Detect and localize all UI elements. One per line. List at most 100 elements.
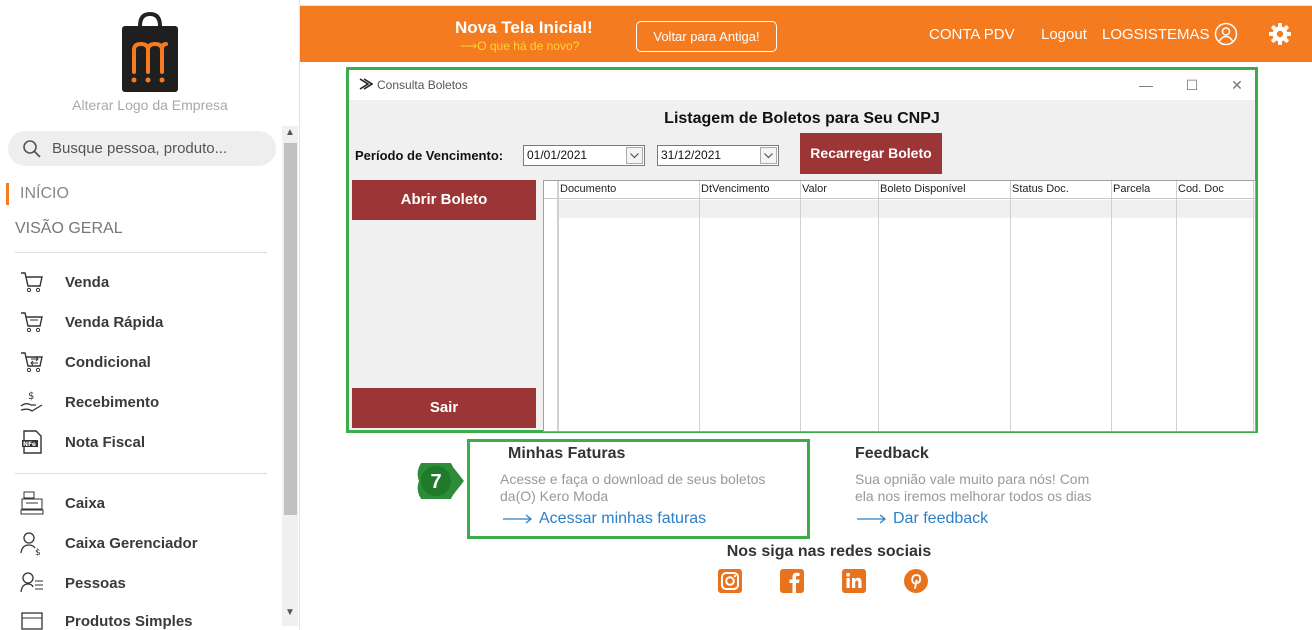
sidebar-item-label: Nota Fiscal [65, 433, 146, 451]
active-section-indicator [6, 183, 9, 205]
grid-col-divider [1111, 181, 1112, 431]
section-visao-geral[interactable]: VISÃO GERAL [15, 220, 123, 238]
grid-col-divider [1176, 181, 1177, 431]
nfe-document-icon: NFe [22, 430, 42, 454]
faturas-desc-line2: da(O) Kero Moda [500, 488, 609, 504]
back-to-old-button[interactable]: Voltar para Antiga! [636, 21, 777, 52]
cart-fast-icon [21, 312, 43, 333]
feedback-desc-line1: Sua opnião vale muito para nós! Com [855, 471, 1090, 487]
chevron-down-icon [764, 153, 773, 159]
social-title: Nos siga nas redes sociais [726, 543, 932, 560]
pinterest-icon[interactable] [903, 568, 929, 594]
date-end-dropdown[interactable] [760, 147, 777, 164]
period-label: Período de Vencimento: [355, 148, 504, 163]
col-boleto-disponivel[interactable]: Boleto Disponível [880, 183, 966, 195]
row-selector-column[interactable] [544, 181, 558, 431]
feedback-link-label: Dar feedback [893, 510, 989, 527]
dialog-heading: Listagem de Boletos para Seu CNPJ [664, 110, 940, 127]
sidebar-item-label: Pessoas [65, 574, 126, 592]
col-dtvencimento[interactable]: DtVencimento [701, 183, 769, 195]
sidebar-item-label: Venda [65, 273, 110, 291]
arrow-right-icon [857, 514, 887, 524]
reload-boleto-button[interactable]: Recarregar Boleto [800, 133, 942, 174]
linkedin-icon[interactable] [841, 568, 867, 594]
feedback-link[interactable]: Dar feedback [857, 510, 988, 528]
sidebar-scroll-thumb[interactable] [284, 143, 297, 515]
user-circle-icon[interactable] [1214, 22, 1238, 46]
svg-text:NFe: NFe [23, 441, 36, 448]
svg-text:$: $ [35, 548, 41, 557]
whats-new-link[interactable]: ⟶O que há de novo? [460, 39, 579, 53]
open-boleto-button[interactable]: Abrir Boleto [352, 180, 536, 220]
col-documento[interactable]: Documento [560, 183, 616, 195]
svg-text:$: $ [28, 391, 34, 402]
faturas-link[interactable]: Acessar minhas faturas [503, 510, 706, 528]
close-icon[interactable]: ✕ [1226, 74, 1248, 96]
sidebar-divider [15, 473, 267, 474]
logout-link[interactable]: Logout [1041, 26, 1087, 43]
col-valor[interactable]: Valor [802, 183, 827, 195]
step-number: 7 [430, 471, 441, 493]
faturas-link-label: Acessar minhas faturas [539, 510, 707, 527]
sidebar-item-produtos[interactable]: Produtos Simples [18, 606, 278, 630]
change-logo-link[interactable]: Alterar Logo da Empresa [0, 97, 299, 113]
maximize-icon[interactable]: ☐ [1181, 74, 1203, 96]
username-label[interactable]: LOGSISTEMAS [1102, 26, 1210, 43]
scroll-up-arrow-icon[interactable]: ▲ [282, 126, 298, 140]
sidebar-item-venda[interactable]: Venda [18, 267, 278, 297]
faturas-desc-line1: Acesse e faça o download de seus boletos [500, 471, 766, 487]
sidebar-item-nota-fiscal[interactable]: NFe Nota Fiscal [18, 427, 278, 457]
grid-col-divider [558, 181, 559, 431]
exit-button[interactable]: Sair [352, 388, 536, 428]
col-status-doc[interactable]: Status Doc. [1012, 183, 1069, 195]
date-start-value: 01/01/2021 [527, 148, 588, 162]
sidebar-item-caixa[interactable]: Caixa [18, 488, 278, 518]
sidebar-divider [15, 252, 267, 253]
instagram-icon[interactable] [717, 568, 743, 594]
grid-col-divider [800, 181, 801, 431]
grid-col-divider [699, 181, 700, 431]
faturas-title: Minhas Faturas [508, 445, 626, 462]
user-money-icon: $ [20, 532, 41, 557]
app-logo-icon [359, 78, 373, 90]
sidebar-item-caixa-gerenciador[interactable]: $ Caixa Gerenciador [18, 528, 278, 558]
sidebar-item-venda-rapida[interactable]: Venda Rápida [18, 307, 278, 337]
date-start-field[interactable]: 01/01/2021 [523, 145, 645, 166]
window-titlebar[interactable]: Consulta Boletos — ☐ ✕ [349, 70, 1255, 100]
col-cod-doc[interactable]: Cod. Doc [1178, 183, 1224, 195]
facebook-icon[interactable] [779, 568, 805, 594]
conta-pdv-link[interactable]: CONTA PDV [929, 26, 1015, 43]
search-placeholder: Busque pessoa, produto... [52, 140, 228, 157]
gear-icon[interactable] [1268, 22, 1292, 46]
sidebar-item-label: Caixa [65, 494, 106, 512]
money-hand-icon: $ [20, 391, 43, 412]
col-parcela[interactable]: Parcela [1113, 183, 1150, 195]
section-inicio[interactable]: INÍCIO [20, 185, 69, 203]
consulta-boletos-window: Consulta Boletos — ☐ ✕ Listagem de Bolet… [346, 67, 1258, 433]
sidebar-item-recebimento[interactable]: $ Recebimento [18, 387, 278, 417]
company-logo[interactable] [120, 12, 180, 92]
sidebar-item-condicional[interactable]: Condicional [18, 347, 278, 377]
sidebar-item-pessoas[interactable]: Pessoas [18, 568, 278, 598]
grid-header: Documento DtVencimento Valor Boleto Disp… [544, 181, 1255, 199]
new-screen-title: Nova Tela Inicial! [455, 18, 593, 37]
cart-icon [21, 272, 43, 293]
top-bar: Nova Tela Inicial! ⟶O que há de novo? Vo… [300, 6, 1312, 62]
boletos-grid[interactable]: Documento DtVencimento Valor Boleto Disp… [543, 180, 1256, 432]
sidebar: Alterar Logo da Empresa Busque pessoa, p… [0, 0, 300, 630]
person-list-icon [20, 572, 43, 593]
date-end-field[interactable]: 31/12/2021 [657, 145, 779, 166]
feedback-title: Feedback [855, 445, 929, 462]
minimize-icon[interactable]: — [1135, 74, 1157, 96]
search-input[interactable]: Busque pessoa, produto... [8, 131, 276, 166]
box-icon [21, 612, 43, 630]
sidebar-item-label: Caixa Gerenciador [65, 534, 198, 552]
cart-swap-icon [21, 352, 43, 373]
window-title: Consulta Boletos [377, 78, 468, 92]
sidebar-item-label: Condicional [65, 353, 151, 371]
scroll-down-arrow-icon[interactable]: ▼ [282, 606, 298, 620]
date-start-dropdown[interactable] [626, 147, 643, 164]
step-number-badge: 7 [417, 463, 464, 499]
new-row-placeholder[interactable] [558, 200, 1255, 218]
sidebar-item-label: Venda Rápida [65, 313, 164, 331]
